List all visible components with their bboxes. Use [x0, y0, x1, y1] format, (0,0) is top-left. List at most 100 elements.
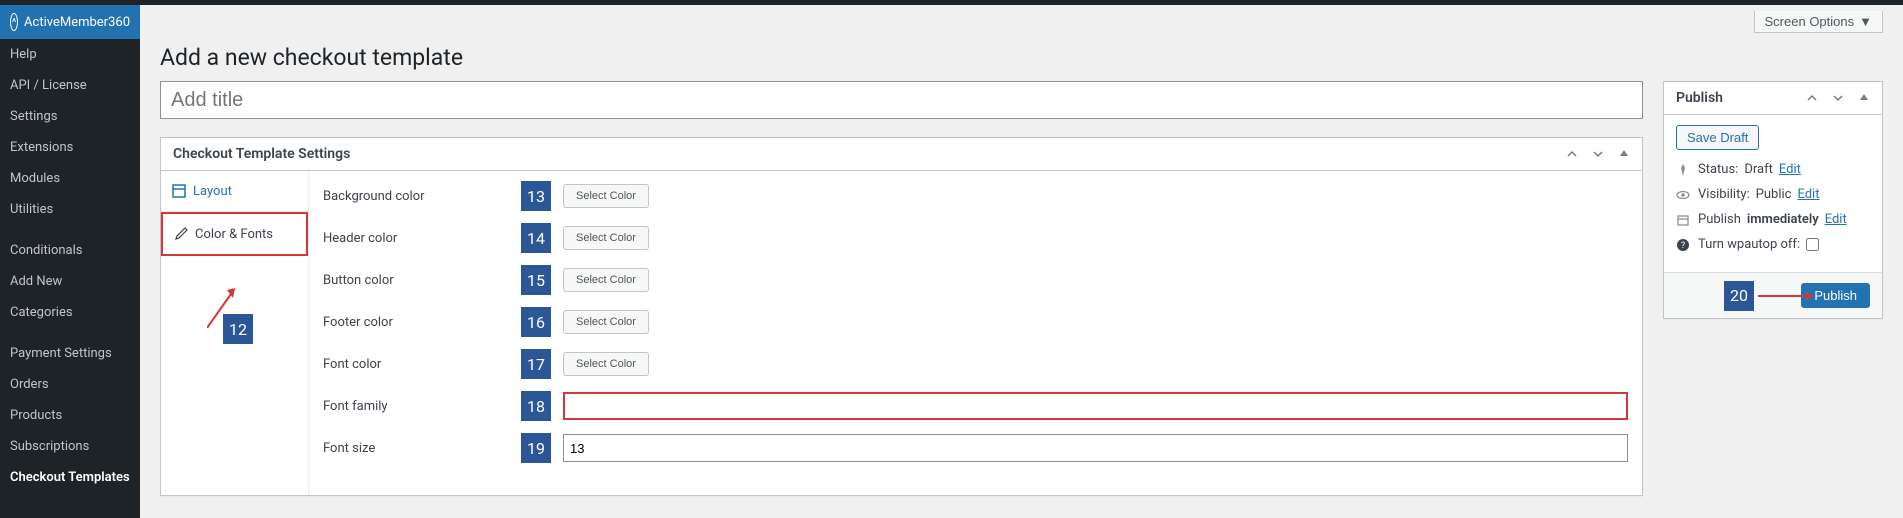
activemember-icon: ^ [10, 13, 18, 31]
annotation-badge-12: 12 [223, 314, 253, 344]
wpautop-checkbox[interactable] [1806, 238, 1819, 251]
move-down-icon[interactable] [1826, 86, 1850, 110]
field-header-color: Header color 14 Select Color [323, 223, 1628, 253]
tab-color-fonts[interactable]: Color & Fonts [161, 212, 308, 256]
annotation-badge: 17 [521, 349, 551, 379]
sidebar-item-label: Subscriptions [10, 439, 89, 454]
edit-publish-link[interactable]: Edit [1825, 212, 1847, 227]
annotation-badge: 18 [521, 391, 551, 421]
toggle-icon[interactable] [1612, 142, 1636, 166]
screen-options-label: Screen Options [1765, 14, 1855, 29]
screen-options-button[interactable]: Screen Options ▼ [1754, 11, 1883, 33]
sidebar-item-label: ActiveMember360 [24, 15, 130, 30]
sidebar-item-label: Extensions [10, 140, 73, 155]
field-label: Button color [323, 273, 521, 288]
calendar-icon [1676, 213, 1692, 227]
select-color-button[interactable]: Select Color [563, 226, 649, 250]
admin-sidebar: ^ ActiveMember360 Help API / License Set… [0, 5, 140, 518]
sidebar-item-conditionals[interactable]: Conditionals [0, 235, 140, 266]
sidebar-item-categories[interactable]: Categories [0, 297, 140, 328]
annotation-badge-20: 20 [1724, 281, 1754, 311]
tab-label: Color & Fonts [195, 227, 273, 242]
svg-text:?: ? [1681, 241, 1685, 251]
sidebar-item-settings[interactable]: Settings [0, 101, 140, 132]
sidebar-item-subscriptions[interactable]: Subscriptions [0, 431, 140, 462]
sidebar-item-label: Categories [10, 305, 73, 320]
sidebar-item-label: Add New [10, 274, 62, 289]
sidebar-item-help[interactable]: Help [0, 39, 140, 70]
title-input[interactable] [160, 81, 1643, 119]
select-color-button[interactable]: Select Color [563, 352, 649, 376]
publish-value: immediately [1747, 212, 1819, 227]
sidebar-item-orders[interactable]: Orders [0, 369, 140, 400]
sidebar-item-label: Products [10, 408, 62, 423]
field-font-family: Font family 18 [323, 391, 1628, 421]
pin-icon [1676, 163, 1692, 177]
sidebar-item-label: Utilities [10, 202, 53, 217]
sidebar-item-checkout-templates[interactable]: Checkout Templates [0, 462, 140, 493]
sidebar-item-label: Settings [10, 109, 57, 124]
arrow-annotation-20 [1758, 291, 1814, 301]
select-color-button[interactable]: Select Color [563, 268, 649, 292]
sidebar-item-modules[interactable]: Modules [0, 163, 140, 194]
move-down-icon[interactable] [1586, 142, 1610, 166]
sidebar-item-utilities[interactable]: Utilities [0, 194, 140, 225]
settings-fields: Background color 13 Select Color Header … [309, 171, 1642, 495]
annotation-badge: 16 [521, 307, 551, 337]
checkout-template-settings-box: Checkout Template Settings [160, 137, 1643, 496]
eye-icon [1676, 188, 1692, 202]
sidebar-item-products[interactable]: Products [0, 400, 140, 431]
font-family-input[interactable] [563, 392, 1628, 420]
save-draft-button[interactable]: Save Draft [1676, 125, 1759, 150]
status-value: Draft [1744, 162, 1773, 177]
postbox-title: Checkout Template Settings [161, 138, 1560, 170]
sidebar-item-add-new[interactable]: Add New [0, 266, 140, 297]
help-icon: ? [1676, 238, 1692, 252]
select-color-button[interactable]: Select Color [563, 184, 649, 208]
field-footer-color: Footer color 16 Select Color [323, 307, 1628, 337]
field-font-size: Font size 19 [323, 433, 1628, 463]
tab-label: Layout [193, 184, 232, 199]
status-line: Status: Draft Edit [1676, 162, 1870, 177]
sidebar-item-label: Help [10, 47, 37, 62]
tab-layout[interactable]: Layout [161, 171, 308, 212]
chevron-down-icon: ▼ [1859, 14, 1872, 29]
field-button-color: Button color 15 Select Color [323, 265, 1628, 295]
sidebar-item-label: Orders [10, 377, 49, 392]
font-size-input[interactable] [563, 434, 1628, 462]
sidebar-item-label: Payment Settings [10, 346, 112, 361]
toggle-icon[interactable] [1852, 86, 1876, 110]
page-title: Add a new checkout template [160, 39, 1883, 81]
visibility-value: Public [1756, 187, 1792, 202]
sidebar-item-activemember360[interactable]: ^ ActiveMember360 [0, 5, 140, 39]
visibility-line: Visibility: Public Edit [1676, 187, 1870, 202]
eyedropper-icon [173, 226, 189, 242]
main-content: Screen Options ▼ Add a new checkout temp… [140, 5, 1903, 518]
publish-box: Publish [1663, 81, 1883, 319]
sidebar-item-payment-settings[interactable]: Payment Settings [0, 338, 140, 369]
move-up-icon[interactable] [1800, 86, 1824, 110]
sidebar-item-label: Checkout Templates [10, 470, 130, 485]
annotation-badge: 13 [521, 181, 551, 211]
postbox-header: Checkout Template Settings [161, 138, 1642, 171]
field-label: Background color [323, 189, 521, 204]
sidebar-item-api-license[interactable]: API / License [0, 70, 140, 101]
field-label: Header color [323, 231, 521, 246]
sidebar-item-extensions[interactable]: Extensions [0, 132, 140, 163]
postbox-header: Publish [1664, 82, 1882, 115]
field-label: Footer color [323, 315, 521, 330]
field-font-color: Font color 17 Select Color [323, 349, 1628, 379]
select-color-button[interactable]: Select Color [563, 310, 649, 334]
field-background-color: Background color 13 Select Color [323, 181, 1628, 211]
publish-label: Publish [1698, 212, 1741, 227]
edit-status-link[interactable]: Edit [1779, 162, 1801, 177]
move-up-icon[interactable] [1560, 142, 1584, 166]
status-label: Status: [1698, 162, 1738, 177]
wpautop-line: ? Turn wpautop off: [1676, 237, 1870, 252]
visibility-label: Visibility: [1698, 187, 1750, 202]
field-label: Font color [323, 357, 521, 372]
edit-visibility-link[interactable]: Edit [1797, 187, 1819, 202]
sidebar-item-label: Conditionals [10, 243, 83, 258]
wpautop-label: Turn wpautop off: [1698, 237, 1800, 252]
sidebar-item-label: API / License [10, 78, 87, 93]
